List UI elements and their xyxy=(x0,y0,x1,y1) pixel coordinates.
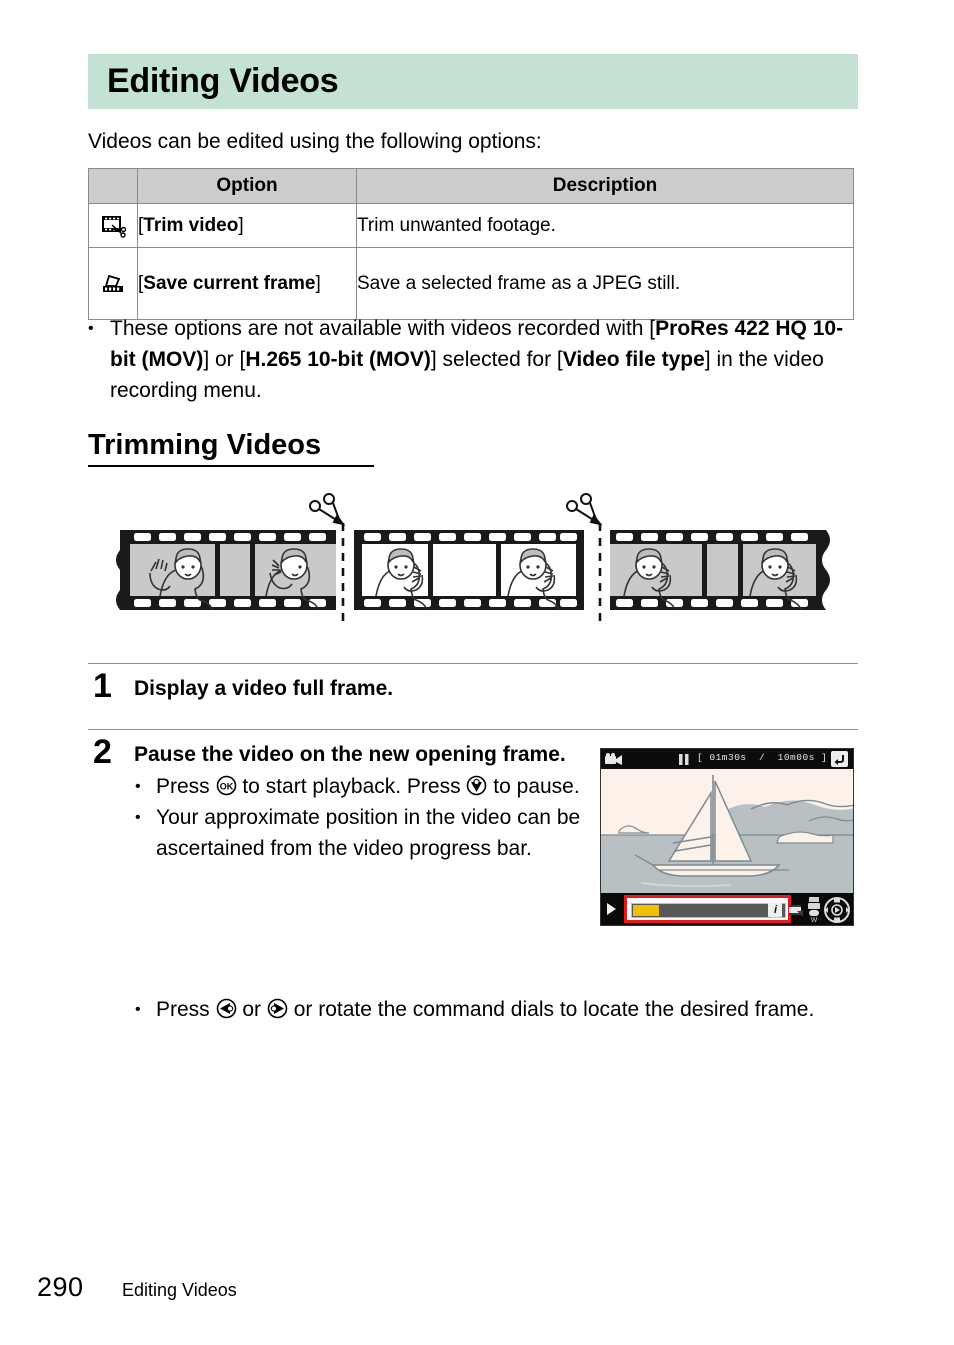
intro-text: Videos can be edited using the following… xyxy=(88,130,542,153)
bullet-part-3: or rotate the command dials to locate th… xyxy=(287,998,815,1021)
playback-status-bar: [ 01m30s / 10m00s ] xyxy=(601,749,853,769)
table-row: [Trim video] Trim unwanted footage. xyxy=(88,203,854,248)
step-heading: Pause the video on the new opening frame… xyxy=(134,743,566,766)
page-title: Editing Videos xyxy=(107,62,339,100)
bullet-marker: • xyxy=(135,809,141,826)
bullet-text: Your approximate position in the video c… xyxy=(156,806,581,860)
manual-page: Editing Videos Videos can be edited usin… xyxy=(0,0,954,1345)
step-number: 1 xyxy=(93,667,112,705)
film-segment-2 xyxy=(354,530,584,610)
bullet-part-3: to pause. xyxy=(487,775,580,798)
film-segment-1 xyxy=(116,530,336,610)
option-description-cell: Trim unwanted footage. xyxy=(356,203,854,248)
section-heading: Trimming Videos xyxy=(88,429,374,467)
step-heading: Display a video full frame. xyxy=(134,677,394,700)
availability-note-text: These options are not available with vid… xyxy=(88,313,858,406)
elapsed-time: 01m30s xyxy=(709,752,747,763)
page-number: 290 xyxy=(37,1272,84,1302)
option-label: Save current frame xyxy=(143,272,316,294)
bullet-marker: • xyxy=(135,778,141,795)
playback-control-bar: i : W xyxy=(601,893,853,925)
bullet-part-2: or xyxy=(236,998,267,1021)
movie-camera-icon xyxy=(605,752,622,765)
step-1: 1 Display a video full frame. xyxy=(88,663,858,703)
bracket-close: ] xyxy=(238,214,244,236)
bracket-close: ] xyxy=(821,752,828,763)
bullet-part-1: Press xyxy=(156,775,216,798)
list-item: • Press OK to start playback. Press to p… xyxy=(134,771,604,802)
pause-bars-icon xyxy=(679,754,689,765)
video-playback-screen: [ 01m30s / 10m00s ] i: W xyxy=(600,748,854,926)
svg-text:W: W xyxy=(811,917,818,923)
total-time: 10m00s xyxy=(777,752,815,763)
film-segment-3 xyxy=(610,530,830,610)
return-arrow-icon[interactable] xyxy=(831,751,848,770)
step-divider xyxy=(88,663,858,664)
multi-selector-left-icon xyxy=(216,998,236,1019)
video-progress-bar[interactable] xyxy=(631,903,786,918)
step-divider xyxy=(88,729,858,730)
column-header-icon xyxy=(88,168,138,204)
availability-note: • These options are not available with v… xyxy=(88,313,858,406)
bracket-open: [ xyxy=(697,752,704,763)
trim-video-icon xyxy=(88,203,138,248)
play-triangle-icon[interactable] xyxy=(607,903,616,915)
return-arrow-icon-svg xyxy=(831,751,848,767)
multi-selector-dial-icon[interactable] xyxy=(824,897,850,923)
list-item: • Press or or rotate the command dials t… xyxy=(134,994,904,1025)
option-name-cell: [Trim video] xyxy=(137,203,357,248)
step-number: 2 xyxy=(93,733,112,771)
column-header-description: Description xyxy=(356,168,854,204)
info-button-icon[interactable]: i xyxy=(768,903,783,917)
video-progress-fill xyxy=(633,905,659,916)
film-strip-svg xyxy=(116,493,830,628)
video-progress-bar-highlight xyxy=(624,895,791,923)
multi-selector-right-icon xyxy=(267,998,288,1019)
film-strip-trimming-diagram xyxy=(88,483,858,643)
bullet-marker: • xyxy=(88,320,94,337)
table-row: [Save current frame] Save a selected fra… xyxy=(88,247,854,320)
note-bold-3: Video file type xyxy=(562,348,705,371)
sailboat-scene xyxy=(601,769,853,895)
note-part-3: ] selected for [ xyxy=(430,348,563,371)
bullet-marker: • xyxy=(135,1001,141,1018)
pause-indicator-icon xyxy=(679,754,689,768)
volume-icon[interactable]: W xyxy=(806,897,822,923)
save-current-frame-icon xyxy=(88,247,138,320)
footer-section-label: Editing Videos xyxy=(122,1280,237,1300)
ok-button-icon: OK xyxy=(216,775,236,796)
note-bold-2: H.265 10-bit (MOV) xyxy=(245,348,431,371)
bracket-close: ] xyxy=(315,272,321,294)
note-part-1: These options are not available with vid… xyxy=(110,317,656,340)
icon-separator: : xyxy=(784,905,787,915)
option-label: Trim video xyxy=(143,214,239,236)
options-table: Option Description [Trim video] Trim unw… xyxy=(88,168,854,320)
video-frame-preview xyxy=(601,769,853,895)
time-separator: / xyxy=(759,752,766,763)
table-header-row: Option Description xyxy=(88,168,854,204)
bullet-part-1: Press xyxy=(156,998,216,1021)
option-description-cell: Save a selected frame as a JPEG still. xyxy=(356,247,854,320)
playback-bottom-icons: i : W xyxy=(768,897,850,923)
multi-selector-down-icon xyxy=(467,775,487,796)
option-name-cell: [Save current frame] xyxy=(137,247,357,320)
time-code: [ 01m30s / 10m00s ] xyxy=(697,752,827,763)
step-2-bullets-wide: • Press or or rotate the command dials t… xyxy=(134,994,904,1025)
save-current-frame-icon-svg xyxy=(103,274,123,292)
svg-text:OK: OK xyxy=(219,781,233,791)
column-header-option: Option xyxy=(137,168,357,204)
step-2-bullets: • Press OK to start playback. Press to p… xyxy=(134,771,604,864)
list-item: • Your approximate position in the video… xyxy=(134,802,604,864)
note-part-2: ] or [ xyxy=(203,348,246,371)
page-title-band: Editing Videos xyxy=(88,54,858,109)
trim-icon[interactable] xyxy=(789,903,804,918)
trim-video-icon-svg xyxy=(102,215,126,238)
bullet-part-2: to start playback. Press xyxy=(236,775,467,798)
